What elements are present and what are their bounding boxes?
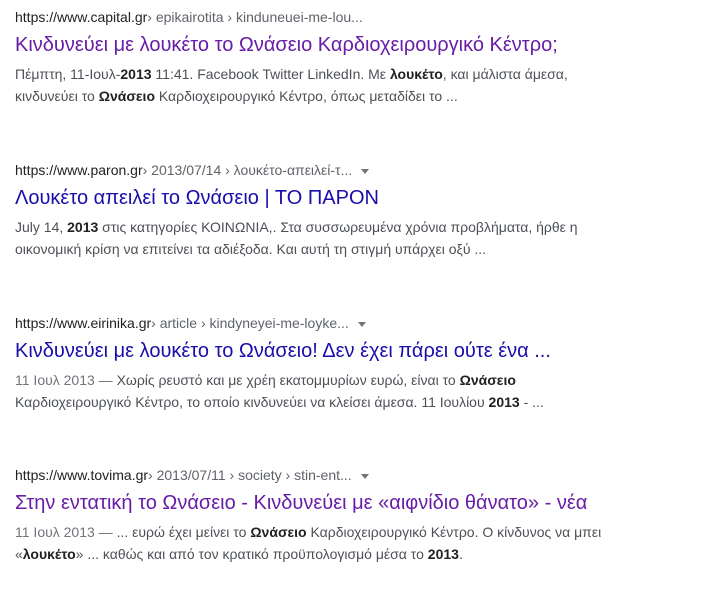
- snippet-text: ... ευρώ έχει μείνει το: [116, 524, 251, 540]
- snippet-text: κινδυνεύει το: [15, 88, 99, 104]
- snippet-text: 11:41. Facebook Twitter LinkedIn. Με: [151, 66, 390, 82]
- snippet-date: 11 Ιουλ 2013 —: [15, 372, 117, 388]
- snippet-text: , και μάλιστα άμεσα,: [442, 66, 568, 82]
- snippet-highlight: 2013: [427, 546, 459, 562]
- result-domain: https://www.paron.gr: [15, 162, 143, 178]
- result-snippet: 11 Ιουλ 2013 — Χωρίς ρευστό και με χρέη …: [15, 369, 715, 413]
- snippet-date: 11 Ιουλ 2013 —: [15, 524, 117, 540]
- result-breadcrumb: › epikairotita › kinduneuei-me-lou...: [147, 9, 363, 25]
- snippet-line: 11 Ιουλ 2013 — Χωρίς ρευστό και με χρέη …: [15, 369, 715, 391]
- snippet-line: Πέμπτη, 11-Ιουλ-2013 11:41. Facebook Twi…: [15, 63, 715, 85]
- snippet-highlight: 2013: [120, 66, 152, 82]
- snippet-text: οικονομική κρίση να επιτείνει τα αδιέξοδ…: [15, 241, 487, 257]
- snippet-text: - ...: [519, 394, 544, 410]
- search-results: https://www.capital.gr › epikairotita › …: [0, 0, 721, 605]
- result-title-link[interactable]: Στην εντατική το Ωνάσειο - Κινδυνεύει με…: [15, 489, 715, 517]
- result-url[interactable]: https://www.eirinika.gr › article › kind…: [15, 312, 715, 334]
- search-result: https://www.paron.gr › 2013/07/14 › λουκ…: [15, 159, 715, 260]
- search-result: https://www.tovima.gr › 2013/07/11 › soc…: [15, 464, 715, 565]
- snippet-highlight: λουκέτο: [22, 546, 76, 562]
- result-url[interactable]: https://www.tovima.gr › 2013/07/11 › soc…: [15, 464, 715, 486]
- result-snippet: Πέμπτη, 11-Ιουλ-2013 11:41. Facebook Twi…: [15, 63, 715, 107]
- snippet-highlight: λουκέτο: [389, 66, 443, 82]
- result-url[interactable]: https://www.capital.gr › epikairotita › …: [15, 6, 715, 28]
- result-title-link[interactable]: Κινδυνεύει με λουκέτο το Ωνάσειο! Δεν έχ…: [15, 337, 715, 365]
- snippet-text: «: [15, 546, 23, 562]
- snippet-highlight: 2013: [67, 219, 99, 235]
- snippet-text: .: [458, 546, 463, 562]
- snippet-line: July 14, 2013 στις κατηγορίες ΚΟΙΝΩΝΙΑ,.…: [15, 216, 715, 238]
- result-title-link[interactable]: Κινδυνεύει με λουκέτο το Ωνάσειο Καρδιοχ…: [15, 31, 715, 59]
- snippet-highlight: Ωνάσειο: [250, 524, 307, 540]
- snippet-text: στις κατηγορίες ΚΟΙΝΩΝΙΑ,. Στα συσσωρευμ…: [98, 219, 578, 235]
- result-url[interactable]: https://www.paron.gr › 2013/07/14 › λουκ…: [15, 159, 715, 181]
- result-domain: https://www.capital.gr: [15, 9, 148, 25]
- result-breadcrumb: › article › kindyneyei-me-loyke...: [151, 315, 349, 331]
- snippet-line: «λουκέτο» ... καθώς και από τον κρατικό …: [15, 543, 715, 565]
- snippet-text: Χωρίς ρευστό και με χρέη εκατομμυρίων ευ…: [116, 372, 460, 388]
- snippet-text: Πέμπτη, 11-Ιουλ-: [15, 66, 121, 82]
- snippet-line: 11 Ιουλ 2013 — ... ευρώ έχει μείνει το Ω…: [15, 521, 715, 543]
- result-domain: https://www.tovima.gr: [15, 467, 149, 483]
- snippet-text: Καρδιοχειρουργικό Κέντρο. Ο κίνδυνος να …: [306, 524, 602, 540]
- snippet-text: Καρδιοχειρουργικό Κέντρο, το οποίο κινδυ…: [15, 394, 489, 410]
- result-snippet: 11 Ιουλ 2013 — ... ευρώ έχει μείνει το Ω…: [15, 521, 715, 565]
- snippet-text: Καρδιοχειρουργικό Κέντρο, όπως μεταδίδει…: [155, 88, 458, 104]
- snippet-highlight: Ωνάσειο: [98, 88, 155, 104]
- search-result: https://www.eirinika.gr › article › kind…: [15, 312, 715, 413]
- search-result: https://www.capital.gr › epikairotita › …: [15, 6, 715, 107]
- chevron-down-icon[interactable]: [361, 168, 370, 174]
- snippet-line: οικονομική κρίση να επιτείνει τα αδιέξοδ…: [15, 238, 715, 260]
- result-breadcrumb: › 2013/07/14 › λουκέτο-απειλεί-τ...: [142, 162, 353, 178]
- chevron-down-icon[interactable]: [357, 321, 366, 327]
- chevron-down-icon[interactable]: [360, 473, 369, 479]
- result-domain: https://www.eirinika.gr: [15, 315, 152, 331]
- snippet-line: Καρδιοχειρουργικό Κέντρο, το οποίο κινδυ…: [15, 391, 715, 413]
- snippet-text: July 14,: [15, 219, 68, 235]
- result-breadcrumb: › 2013/07/11 › society › stin-ent...: [148, 467, 352, 483]
- result-title-link[interactable]: Λουκέτο απειλεί το Ωνάσειο | ΤΟ ΠΑΡΟΝ: [15, 184, 715, 212]
- snippet-line: κινδυνεύει το Ωνάσειο Καρδιοχειρουργικό …: [15, 85, 715, 107]
- snippet-highlight: 2013: [488, 394, 520, 410]
- snippet-text: » ... καθώς και από τον κρατικό προϋπολο…: [75, 546, 428, 562]
- snippet-highlight: Ωνάσειο: [459, 372, 516, 388]
- result-snippet: July 14, 2013 στις κατηγορίες ΚΟΙΝΩΝΙΑ,.…: [15, 216, 715, 260]
